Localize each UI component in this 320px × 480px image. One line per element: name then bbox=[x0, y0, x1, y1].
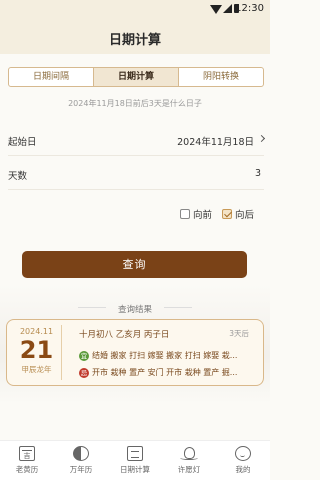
face-icon bbox=[235, 446, 251, 461]
result-lunar-date: 十月初八 乙亥月 丙子日 bbox=[79, 330, 170, 340]
suitable-text: 结婚 搬家 打扫 嫁娶 搬家 打扫 嫁娶 栽... bbox=[92, 351, 238, 360]
status-bar: 12:30 bbox=[0, 0, 270, 20]
after-option[interactable]: 向后 bbox=[221, 207, 254, 221]
after-checkbox[interactable] bbox=[221, 209, 232, 219]
result-year-month: 2024.11 bbox=[19, 327, 54, 336]
lotus-lamp-icon bbox=[180, 446, 198, 461]
query-description: 2024年11月18日前后3天是什么日子 bbox=[68, 99, 202, 108]
tab-perpetual-calendar[interactable]: 万年历 bbox=[54, 441, 108, 480]
tab-almanac[interactable]: 老黄历 bbox=[0, 441, 54, 480]
result-ganzhi-year: 甲辰龙年 bbox=[21, 365, 52, 374]
before-label: 向前 bbox=[192, 210, 212, 221]
start-date-value[interactable]: 2024年11月18日 bbox=[177, 134, 254, 148]
tab-date-calculation[interactable]: 日期计算 bbox=[108, 441, 162, 480]
before-checkbox[interactable] bbox=[179, 209, 190, 219]
wifi-icon bbox=[210, 5, 222, 14]
avoid-badge: 忌 bbox=[79, 367, 89, 378]
before-option[interactable]: 向前 bbox=[179, 207, 212, 221]
chevron-right-icon bbox=[257, 134, 266, 143]
yinyang-icon bbox=[73, 446, 89, 461]
tab-label: 许愿灯 bbox=[177, 465, 201, 474]
grid-calendar-icon bbox=[127, 446, 143, 461]
suitable-row: 宜 结婚 搬家 打扫 嫁娶 搬家 打扫 嫁娶 栽... bbox=[79, 350, 259, 361]
after-label: 向后 bbox=[234, 210, 254, 221]
divider bbox=[8, 155, 264, 156]
tab-wish-lamp[interactable]: 许愿灯 bbox=[162, 441, 216, 480]
signal-icon bbox=[223, 4, 232, 13]
result-date-block: 2024.11 21 甲辰龙年 bbox=[12, 325, 62, 380]
result-card[interactable]: 2024.11 21 甲辰龙年 十月初八 乙亥月 丙子日 3天后 宜 结婚 搬家… bbox=[6, 319, 264, 386]
calendar-icon bbox=[19, 446, 35, 461]
result-offset: 3天后 bbox=[229, 329, 249, 338]
result-heading: 查询结果 bbox=[117, 305, 152, 315]
divider bbox=[164, 307, 192, 308]
tab-label: 我的 bbox=[235, 465, 251, 474]
page-title: 日期计算 bbox=[108, 33, 161, 48]
bottom-tab-bar: 老黄历 万年历 日期计算 许愿灯 我的 bbox=[0, 440, 270, 480]
avoid-text: 开市 栽种 置产 安门 开市 栽种 置产 掘... bbox=[92, 368, 238, 377]
result-day: 21 bbox=[19, 336, 54, 364]
days-row[interactable]: 天数 3 bbox=[8, 165, 264, 183]
query-button[interactable]: 查询 bbox=[22, 251, 247, 278]
divider bbox=[8, 189, 264, 190]
tab-date-interval[interactable]: 日期间隔 bbox=[9, 68, 93, 86]
start-date-label: 起始日 bbox=[8, 137, 37, 148]
tab-date-calc[interactable]: 日期计算 bbox=[93, 68, 178, 86]
status-time: 12:30 bbox=[235, 3, 264, 14]
tab-label: 老黄历 bbox=[15, 465, 39, 474]
tab-profile[interactable]: 我的 bbox=[216, 441, 270, 480]
days-input[interactable]: 3 bbox=[255, 168, 261, 179]
direction-options: 向前 向后 bbox=[179, 207, 254, 221]
tab-label: 日期计算 bbox=[120, 465, 150, 474]
app-header: 日期计算 bbox=[0, 20, 270, 54]
avoid-row: 忌 开市 栽种 置产 安门 开市 栽种 置产 掘... bbox=[79, 367, 259, 378]
tab-label: 万年历 bbox=[69, 465, 93, 474]
mode-tabs: 日期间隔 日期计算 阴阳转换 bbox=[8, 67, 264, 87]
suitable-badge: 宜 bbox=[79, 350, 89, 361]
tab-lunar-convert[interactable]: 阴阳转换 bbox=[178, 68, 263, 86]
days-label: 天数 bbox=[8, 171, 28, 182]
start-date-row[interactable]: 起始日 2024年11月18日 bbox=[8, 131, 266, 149]
